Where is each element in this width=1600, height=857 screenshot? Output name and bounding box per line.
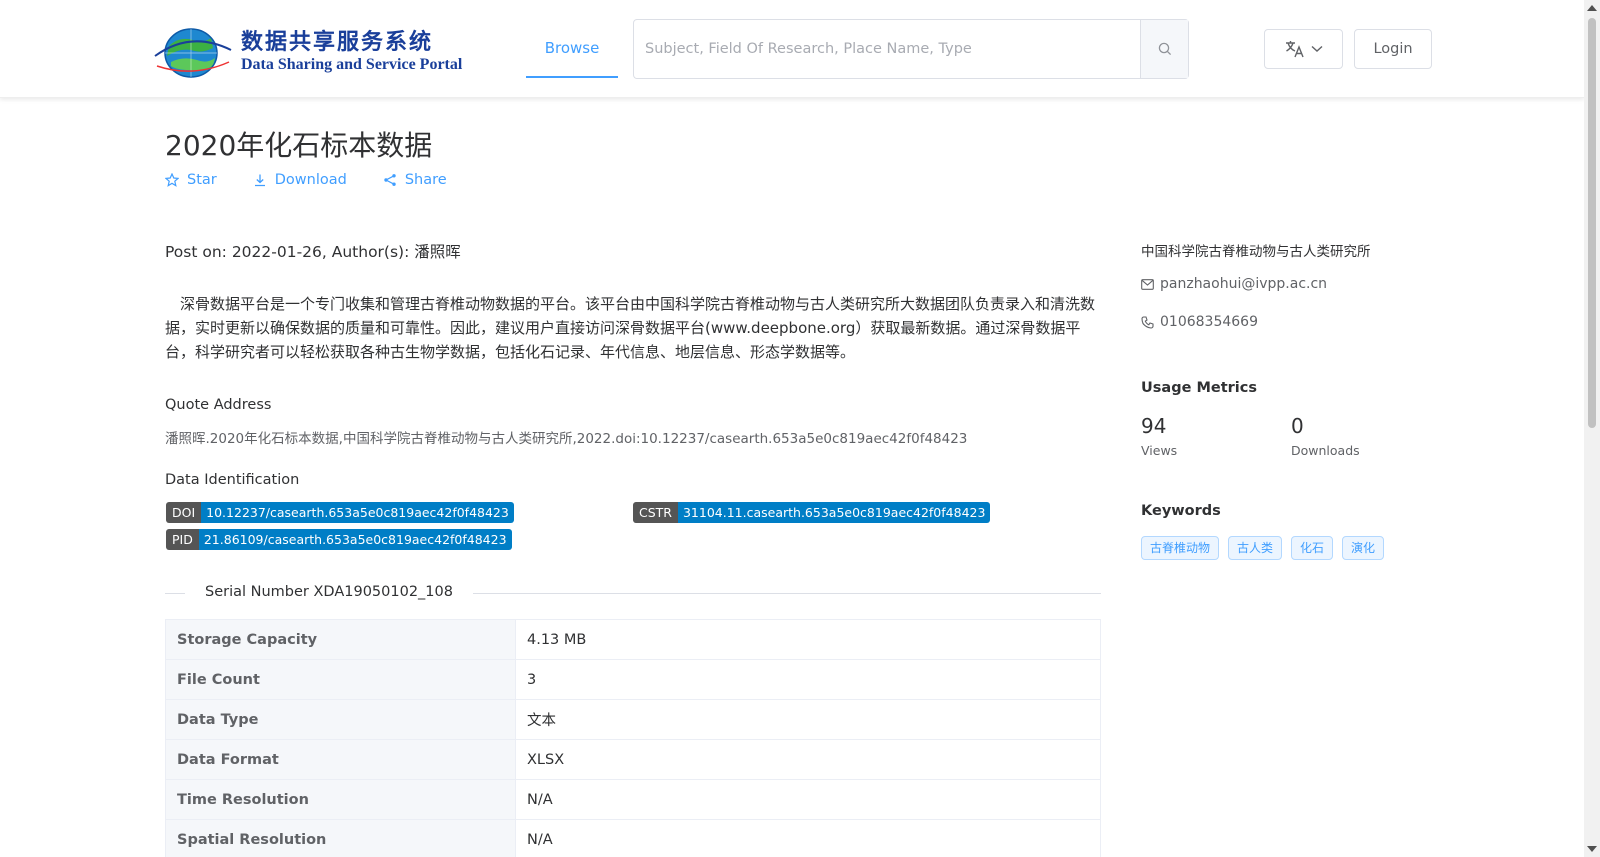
table-row: File Count 3 [165, 659, 1101, 700]
info-value: 3 [515, 659, 1101, 700]
quote-address-text: 潘照晖.2020年化石标本数据,中国科学院古脊椎动物与古人类研究所,2022.d… [165, 431, 968, 447]
post-date-author: Post on: 2022-01-26, Author(s): 潘照晖 [165, 243, 461, 261]
phone-icon [1141, 315, 1154, 329]
quote-address-label: Quote Address [165, 397, 272, 413]
share-button[interactable]: Share [383, 172, 447, 188]
site-logo[interactable]: 数据共享服务系统 Data Sharing and Service Portal [153, 20, 462, 80]
contact-email[interactable]: panzhaohui@ivpp.ac.cn [1141, 276, 1327, 292]
keyword-tag[interactable]: 化石 [1291, 536, 1334, 560]
info-key: Time Resolution [165, 779, 516, 820]
downloads-label: Downloads [1291, 443, 1360, 458]
views-count: 94 [1141, 414, 1167, 438]
cstr-badge[interactable]: CSTR 31104.11.casearth.653a5e0c819aec42f… [633, 502, 991, 523]
download-icon [254, 174, 265, 187]
search-input[interactable] [634, 20, 1140, 78]
table-row: Spatial Resolution N/A [165, 819, 1101, 857]
info-value: N/A [515, 779, 1101, 820]
cstr-badge-value: 31104.11.casearth.653a5e0c819aec42f0f484… [677, 502, 991, 523]
pid-badge[interactable]: PID 21.86109/casearth.653a5e0c819aec42f0… [166, 529, 512, 550]
serial-number: Serial Number XDA19050102_108 [185, 584, 473, 600]
doi-badge-key: DOI [166, 502, 202, 523]
contact-phone: 01068354669 [1141, 314, 1258, 330]
scroll-up-arrow-icon[interactable] [1587, 5, 1597, 11]
star-button[interactable]: Star [165, 172, 217, 188]
usage-metrics-heading: Usage Metrics [1141, 380, 1257, 396]
translate-icon [1285, 41, 1304, 58]
logo-title-cn: 数据共享服务系统 [241, 30, 434, 55]
doi-badge-value: 10.12237/casearth.653a5e0c819aec42f0f484… [201, 502, 514, 523]
info-key: Data Format [165, 739, 516, 780]
data-identification-label: Data Identification [165, 472, 300, 488]
dataset-title: 2020年化石标本数据 [165, 129, 433, 162]
search-bar [633, 19, 1189, 79]
table-row: Time Resolution N/A [165, 779, 1101, 820]
info-key: File Count [165, 659, 516, 700]
institution-name: 中国科学院古脊椎动物与古人类研究所 [1141, 244, 1371, 260]
language-switcher[interactable] [1264, 29, 1343, 69]
page-scrollbar[interactable] [1584, 0, 1600, 857]
info-key: Storage Capacity [165, 619, 516, 660]
logo-title-en: Data Sharing and Service Portal [241, 56, 463, 73]
email-text: panzhaohui@ivpp.ac.cn [1160, 276, 1328, 292]
download-button[interactable]: Download [253, 172, 347, 188]
search-button[interactable] [1140, 20, 1188, 78]
info-key: Spatial Resolution [165, 819, 516, 857]
scroll-thumb[interactable] [1588, 18, 1596, 428]
dataset-info-table: Storage Capacity 4.13 MB File Count 3 Da… [165, 619, 1101, 857]
doi-badge[interactable]: DOI 10.12237/casearth.653a5e0c819aec42f0… [166, 502, 514, 523]
info-key: Data Type [165, 699, 516, 740]
keyword-tag[interactable]: 演化 [1342, 536, 1385, 560]
globe-logo-icon [154, 28, 232, 78]
scroll-down-arrow-icon[interactable] [1587, 846, 1597, 852]
keyword-tag[interactable]: 古人类 [1228, 536, 1283, 560]
info-value: XLSX [515, 739, 1101, 780]
pid-badge-value: 21.86109/casearth.653a5e0c819aec42f0f484… [198, 529, 512, 550]
star-label: Star [187, 172, 217, 188]
table-row: Data Type 文本 [165, 699, 1101, 740]
download-label: Download [274, 172, 347, 188]
info-value: N/A [515, 819, 1101, 857]
top-header: 数据共享服务系统 Data Sharing and Service Portal… [0, 0, 1584, 98]
share-icon [384, 174, 396, 186]
cstr-badge-key: CSTR [633, 502, 678, 523]
search-icon [1158, 42, 1171, 56]
table-row: Storage Capacity 4.13 MB [165, 619, 1101, 660]
phone-text: 01068354669 [1160, 314, 1258, 330]
dataset-description: 深骨数据平台是一个专门收集和管理古脊椎动物数据的平台。该平台由中国科学院古脊椎动… [165, 295, 1096, 361]
chevron-down-icon [1311, 45, 1322, 52]
pid-badge-key: PID [166, 529, 199, 550]
info-value: 4.13 MB [515, 619, 1101, 660]
keyword-tags: 古脊椎动物 古人类 化石 演化 [1141, 536, 1385, 560]
dataset-actions: Star Download Share [165, 172, 447, 188]
login-button[interactable]: Login [1354, 29, 1432, 69]
mail-icon [1141, 278, 1154, 290]
info-value: 文本 [515, 699, 1101, 740]
downloads-count: 0 [1291, 414, 1304, 438]
views-label: Views [1141, 443, 1178, 458]
share-label: Share [404, 172, 447, 188]
star-icon [165, 173, 179, 187]
nav-browse-tab[interactable]: Browse [526, 20, 618, 78]
table-row: Data Format XLSX [165, 739, 1101, 780]
keyword-tag[interactable]: 古脊椎动物 [1141, 536, 1220, 560]
keywords-heading: Keywords [1141, 503, 1221, 519]
